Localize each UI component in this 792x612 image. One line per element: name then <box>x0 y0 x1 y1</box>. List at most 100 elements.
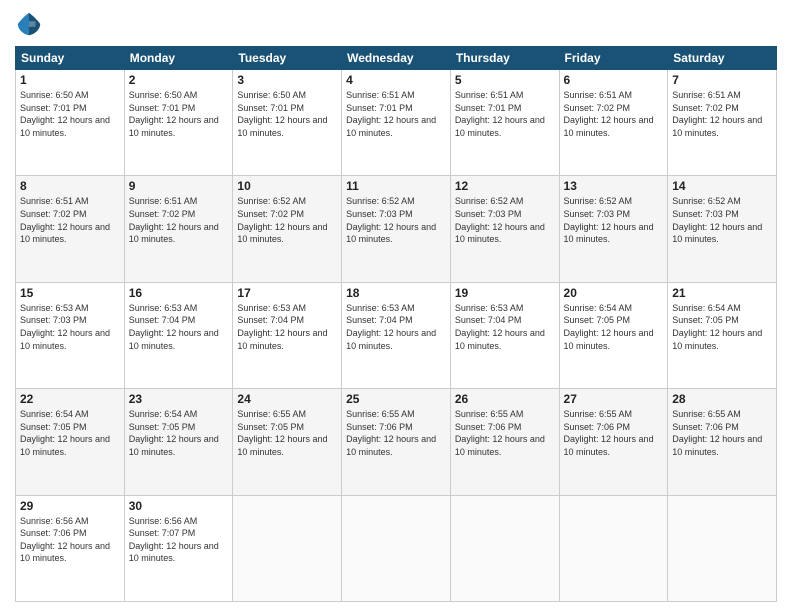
calendar-cell: 7 Sunrise: 6:51 AMSunset: 7:02 PMDayligh… <box>668 70 777 176</box>
calendar-cell: 9 Sunrise: 6:51 AMSunset: 7:02 PMDayligh… <box>124 176 233 282</box>
day-info: Sunrise: 6:55 AMSunset: 7:06 PMDaylight:… <box>455 409 545 457</box>
day-number: 3 <box>237 73 337 87</box>
day-info: Sunrise: 6:53 AMSunset: 7:03 PMDaylight:… <box>20 303 110 351</box>
day-number: 21 <box>672 286 772 300</box>
day-info: Sunrise: 6:50 AMSunset: 7:01 PMDaylight:… <box>237 90 327 138</box>
day-info: Sunrise: 6:56 AMSunset: 7:07 PMDaylight:… <box>129 516 219 564</box>
day-number: 6 <box>564 73 664 87</box>
calendar-cell: 10 Sunrise: 6:52 AMSunset: 7:02 PMDaylig… <box>233 176 342 282</box>
day-info: Sunrise: 6:55 AMSunset: 7:06 PMDaylight:… <box>346 409 436 457</box>
day-info: Sunrise: 6:53 AMSunset: 7:04 PMDaylight:… <box>455 303 545 351</box>
day-number: 23 <box>129 392 229 406</box>
calendar-cell: 17 Sunrise: 6:53 AMSunset: 7:04 PMDaylig… <box>233 282 342 388</box>
day-info: Sunrise: 6:52 AMSunset: 7:03 PMDaylight:… <box>455 196 545 244</box>
calendar-cell: 1 Sunrise: 6:50 AMSunset: 7:01 PMDayligh… <box>16 70 125 176</box>
calendar-day-header: Monday <box>124 47 233 70</box>
calendar-day-header: Saturday <box>668 47 777 70</box>
day-number: 24 <box>237 392 337 406</box>
day-number: 9 <box>129 179 229 193</box>
day-info: Sunrise: 6:53 AMSunset: 7:04 PMDaylight:… <box>129 303 219 351</box>
day-number: 29 <box>20 499 120 513</box>
calendar-day-header: Sunday <box>16 47 125 70</box>
day-info: Sunrise: 6:51 AMSunset: 7:02 PMDaylight:… <box>129 196 219 244</box>
day-info: Sunrise: 6:52 AMSunset: 7:03 PMDaylight:… <box>346 196 436 244</box>
day-number: 25 <box>346 392 446 406</box>
day-info: Sunrise: 6:55 AMSunset: 7:05 PMDaylight:… <box>237 409 327 457</box>
day-info: Sunrise: 6:51 AMSunset: 7:01 PMDaylight:… <box>455 90 545 138</box>
day-info: Sunrise: 6:50 AMSunset: 7:01 PMDaylight:… <box>129 90 219 138</box>
calendar: SundayMondayTuesdayWednesdayThursdayFrid… <box>15 46 777 602</box>
calendar-cell: 13 Sunrise: 6:52 AMSunset: 7:03 PMDaylig… <box>559 176 668 282</box>
day-info: Sunrise: 6:51 AMSunset: 7:02 PMDaylight:… <box>20 196 110 244</box>
day-info: Sunrise: 6:54 AMSunset: 7:05 PMDaylight:… <box>129 409 219 457</box>
day-info: Sunrise: 6:51 AMSunset: 7:01 PMDaylight:… <box>346 90 436 138</box>
calendar-cell: 29 Sunrise: 6:56 AMSunset: 7:06 PMDaylig… <box>16 495 125 601</box>
calendar-cell: 15 Sunrise: 6:53 AMSunset: 7:03 PMDaylig… <box>16 282 125 388</box>
calendar-cell: 22 Sunrise: 6:54 AMSunset: 7:05 PMDaylig… <box>16 389 125 495</box>
calendar-cell: 2 Sunrise: 6:50 AMSunset: 7:01 PMDayligh… <box>124 70 233 176</box>
day-number: 28 <box>672 392 772 406</box>
calendar-cell: 4 Sunrise: 6:51 AMSunset: 7:01 PMDayligh… <box>342 70 451 176</box>
day-number: 7 <box>672 73 772 87</box>
page: SundayMondayTuesdayWednesdayThursdayFrid… <box>0 0 792 612</box>
day-number: 12 <box>455 179 555 193</box>
calendar-day-header: Wednesday <box>342 47 451 70</box>
day-info: Sunrise: 6:52 AMSunset: 7:02 PMDaylight:… <box>237 196 327 244</box>
header <box>15 10 777 38</box>
day-number: 14 <box>672 179 772 193</box>
calendar-cell: 26 Sunrise: 6:55 AMSunset: 7:06 PMDaylig… <box>450 389 559 495</box>
calendar-cell <box>559 495 668 601</box>
day-number: 22 <box>20 392 120 406</box>
calendar-week-row: 29 Sunrise: 6:56 AMSunset: 7:06 PMDaylig… <box>16 495 777 601</box>
calendar-cell: 16 Sunrise: 6:53 AMSunset: 7:04 PMDaylig… <box>124 282 233 388</box>
calendar-cell: 8 Sunrise: 6:51 AMSunset: 7:02 PMDayligh… <box>16 176 125 282</box>
day-info: Sunrise: 6:55 AMSunset: 7:06 PMDaylight:… <box>672 409 762 457</box>
day-number: 30 <box>129 499 229 513</box>
day-number: 19 <box>455 286 555 300</box>
calendar-cell: 18 Sunrise: 6:53 AMSunset: 7:04 PMDaylig… <box>342 282 451 388</box>
day-info: Sunrise: 6:52 AMSunset: 7:03 PMDaylight:… <box>564 196 654 244</box>
day-number: 2 <box>129 73 229 87</box>
day-info: Sunrise: 6:51 AMSunset: 7:02 PMDaylight:… <box>672 90 762 138</box>
calendar-day-header: Friday <box>559 47 668 70</box>
day-number: 1 <box>20 73 120 87</box>
day-info: Sunrise: 6:55 AMSunset: 7:06 PMDaylight:… <box>564 409 654 457</box>
day-number: 18 <box>346 286 446 300</box>
day-info: Sunrise: 6:52 AMSunset: 7:03 PMDaylight:… <box>672 196 762 244</box>
day-info: Sunrise: 6:56 AMSunset: 7:06 PMDaylight:… <box>20 516 110 564</box>
calendar-header-row: SundayMondayTuesdayWednesdayThursdayFrid… <box>16 47 777 70</box>
calendar-cell: 6 Sunrise: 6:51 AMSunset: 7:02 PMDayligh… <box>559 70 668 176</box>
calendar-cell: 3 Sunrise: 6:50 AMSunset: 7:01 PMDayligh… <box>233 70 342 176</box>
day-number: 8 <box>20 179 120 193</box>
day-number: 26 <box>455 392 555 406</box>
logo <box>15 10 47 38</box>
calendar-cell: 14 Sunrise: 6:52 AMSunset: 7:03 PMDaylig… <box>668 176 777 282</box>
calendar-cell <box>450 495 559 601</box>
calendar-day-header: Tuesday <box>233 47 342 70</box>
calendar-cell: 5 Sunrise: 6:51 AMSunset: 7:01 PMDayligh… <box>450 70 559 176</box>
calendar-cell: 21 Sunrise: 6:54 AMSunset: 7:05 PMDaylig… <box>668 282 777 388</box>
day-number: 20 <box>564 286 664 300</box>
day-number: 10 <box>237 179 337 193</box>
calendar-cell: 19 Sunrise: 6:53 AMSunset: 7:04 PMDaylig… <box>450 282 559 388</box>
calendar-week-row: 1 Sunrise: 6:50 AMSunset: 7:01 PMDayligh… <box>16 70 777 176</box>
day-number: 4 <box>346 73 446 87</box>
day-info: Sunrise: 6:51 AMSunset: 7:02 PMDaylight:… <box>564 90 654 138</box>
day-number: 27 <box>564 392 664 406</box>
day-number: 16 <box>129 286 229 300</box>
day-info: Sunrise: 6:54 AMSunset: 7:05 PMDaylight:… <box>20 409 110 457</box>
calendar-week-row: 8 Sunrise: 6:51 AMSunset: 7:02 PMDayligh… <box>16 176 777 282</box>
day-info: Sunrise: 6:53 AMSunset: 7:04 PMDaylight:… <box>346 303 436 351</box>
day-info: Sunrise: 6:54 AMSunset: 7:05 PMDaylight:… <box>564 303 654 351</box>
calendar-cell: 24 Sunrise: 6:55 AMSunset: 7:05 PMDaylig… <box>233 389 342 495</box>
calendar-week-row: 15 Sunrise: 6:53 AMSunset: 7:03 PMDaylig… <box>16 282 777 388</box>
calendar-cell <box>668 495 777 601</box>
calendar-cell: 25 Sunrise: 6:55 AMSunset: 7:06 PMDaylig… <box>342 389 451 495</box>
calendar-cell: 30 Sunrise: 6:56 AMSunset: 7:07 PMDaylig… <box>124 495 233 601</box>
calendar-cell: 11 Sunrise: 6:52 AMSunset: 7:03 PMDaylig… <box>342 176 451 282</box>
day-info: Sunrise: 6:54 AMSunset: 7:05 PMDaylight:… <box>672 303 762 351</box>
day-number: 13 <box>564 179 664 193</box>
day-info: Sunrise: 6:53 AMSunset: 7:04 PMDaylight:… <box>237 303 327 351</box>
calendar-week-row: 22 Sunrise: 6:54 AMSunset: 7:05 PMDaylig… <box>16 389 777 495</box>
logo-icon <box>15 10 43 38</box>
